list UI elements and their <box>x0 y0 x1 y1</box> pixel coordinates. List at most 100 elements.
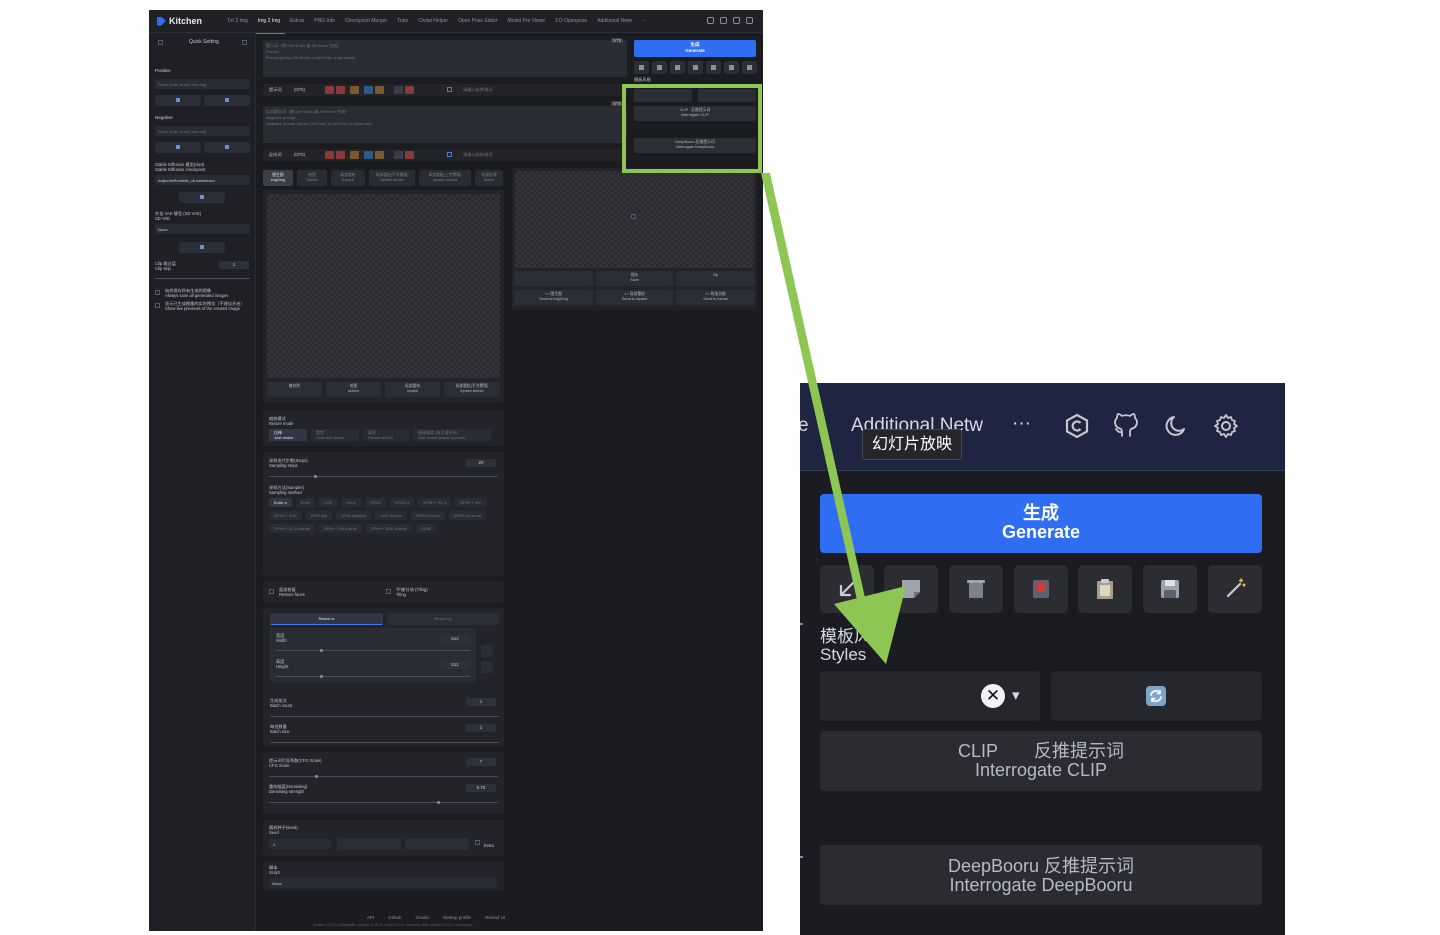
zip-output-button[interactable]: Zip <box>676 271 755 286</box>
swap-dimensions-button[interactable] <box>481 645 493 657</box>
negative-tag-input[interactable]: Press enter to add new tag <box>155 126 250 136</box>
copy-to-sketch[interactable]: 绘图 sketch <box>326 382 381 397</box>
tab-3d-openpose[interactable]: 3 D Openpose <box>550 10 592 33</box>
sampler-option[interactable]: DPM++ 2S a <box>418 498 452 507</box>
cfg-slider[interactable] <box>269 776 498 777</box>
tab-batch[interactable]: 批量处理 Batch <box>475 170 503 186</box>
denoise-value[interactable]: 0.75 <box>466 784 496 792</box>
send-to-extras-button[interactable]: >> 附加功能 Send to extras <box>676 290 755 305</box>
extra-checkbox[interactable] <box>475 840 480 845</box>
sampler-option[interactable]: DPM++ SDE Karras <box>365 524 412 533</box>
tab-inpaint-sketch[interactable]: 局部重绘(手涂蒙版) Inpaint sketch <box>369 170 415 186</box>
tab-resize-by[interactable]: Resize by <box>387 613 499 625</box>
sampler-option[interactable]: Euler a <box>269 498 292 507</box>
generate-button[interactable]: 生成 Generate <box>820 494 1262 553</box>
clear-styles-button[interactable]: ✕ <box>981 684 1005 708</box>
pin-icon[interactable] <box>242 40 247 45</box>
prompt-textarea[interactable]: 提示词（按 Ctrl+Enter 或 Alt+Enter 生成） Prompt … <box>263 40 627 77</box>
tab-inpaint-upload[interactable]: 局部重绘(上传蒙版) Inpaint upload <box>419 170 471 186</box>
reuse-seed-button[interactable] <box>405 838 469 850</box>
footer-api-link[interactable]: API <box>367 915 374 920</box>
mini-tool-wand[interactable] <box>742 61 757 74</box>
cfg-slider-thumb[interactable] <box>315 775 318 778</box>
tab-open-pose-editor[interactable]: Open Pose Editor <box>453 10 502 33</box>
moon-icon[interactable] <box>733 17 740 24</box>
moon-icon[interactable] <box>1163 413 1189 439</box>
height-slider[interactable] <box>276 676 470 677</box>
negative-prompt-textarea[interactable]: 反向提示词（按 Ctrl+Enter 或 Alt+Enter 生成） Negat… <box>263 106 627 143</box>
prompt-tag-input[interactable]: 请输入新关键词 <box>463 87 492 92</box>
show-extra-networks-button[interactable] <box>1014 565 1068 613</box>
prompt-tool-1[interactable] <box>325 86 334 94</box>
negative-action-button-2[interactable] <box>204 142 250 153</box>
checkpoint-select[interactable]: majicmixRealistic_v6.safetensor <box>155 175 250 185</box>
always-save-checkbox[interactable] <box>155 290 160 295</box>
resize-latent[interactable]: 直接缩放 (放大潜空间) Just resize (latent upscale) <box>413 429 491 441</box>
civitai-icon[interactable] <box>707 17 714 24</box>
mini-tool-record[interactable] <box>688 61 703 74</box>
tab-png-info[interactable]: PNG Info <box>309 10 340 33</box>
live-preview-checkbox[interactable] <box>155 303 160 308</box>
interrogate-clip-button[interactable]: CLIP 反推提示词 Interrogate CLIP <box>820 731 1262 791</box>
batch-size-value[interactable]: 1 <box>466 724 496 732</box>
sampler-option[interactable]: DPM++ SDE <box>269 511 302 520</box>
save-output-button[interactable]: 保存 Save <box>596 271 673 286</box>
denoise-slider-thumb[interactable] <box>437 801 440 804</box>
clear-prompt-button[interactable] <box>949 565 1003 613</box>
checkpoint-refresh-button[interactable] <box>179 192 225 203</box>
sampler-option[interactable]: DDIM <box>415 524 436 533</box>
refresh-styles-button[interactable] <box>1051 671 1262 721</box>
gear-icon[interactable] <box>1213 413 1239 439</box>
tab-train[interactable]: Train <box>392 10 413 33</box>
mini-tool-trash[interactable] <box>670 61 685 74</box>
sampler-option[interactable]: DPM++ 2M <box>455 498 486 507</box>
tab-txt2img[interactable]: Txt 2 Img <box>222 10 253 33</box>
prompt-tool-5[interactable] <box>375 86 384 94</box>
resize-crop[interactable]: 裁剪 Crop and resize <box>311 429 359 441</box>
prompt-tool-4[interactable] <box>364 86 373 94</box>
mini-tool-save[interactable] <box>724 61 739 74</box>
sampler-option[interactable]: DPM adaptive <box>336 511 372 520</box>
paste-clipboard-button[interactable] <box>1078 565 1132 613</box>
interrogate-deepbooru-button[interactable]: DeepBooru 反推提示词 Interrogate DeepBooru <box>820 845 1262 905</box>
height-value[interactable]: 512 <box>440 661 470 669</box>
tab-additional-networks[interactable]: Additional Netw <box>592 10 637 33</box>
copy-to-inpaint-sketch[interactable]: 局部重绘(手涂蒙版) inpaint sketch <box>444 382 500 397</box>
send-to-img2img-button[interactable]: >> 图生图 Send to img2img <box>514 290 593 305</box>
tab-extras[interactable]: Extras <box>285 10 309 33</box>
tab-more[interactable]: ··· <box>637 10 652 33</box>
clip-skip-value[interactable]: 1 <box>219 261 249 269</box>
batch-size-slider[interactable] <box>270 742 499 743</box>
script-select[interactable]: None <box>269 878 497 888</box>
tiling-checkbox[interactable] <box>386 589 391 594</box>
negative-tool-6[interactable] <box>394 151 403 159</box>
footer-reload-link[interactable]: Reload UI <box>485 915 505 920</box>
open-folder-button[interactable] <box>514 271 593 286</box>
sampler-option[interactable]: DPM++ 2S a Karras <box>269 524 315 533</box>
negative-tag-input[interactable]: 请输入新关键词 <box>463 152 492 157</box>
tab-model-pre-views[interactable]: Model Pre Views <box>503 10 550 33</box>
sampler-option[interactable]: DPM2 Karras <box>410 511 445 520</box>
width-slider[interactable] <box>276 650 470 651</box>
copy-to-inpaint[interactable]: 局部重绘 inpaint <box>385 382 440 397</box>
batch-count-slider[interactable] <box>270 716 499 717</box>
zoom-more-tabs[interactable]: ··· <box>1012 413 1031 435</box>
negative-tool-7[interactable] <box>405 151 414 159</box>
sampler-option[interactable]: LMS Karras <box>375 511 407 520</box>
send-to-inpaint-button[interactable]: >> 局部重绘 Send to inpaint <box>596 290 673 305</box>
clip-skip-slider[interactable] <box>155 278 250 279</box>
github-icon[interactable] <box>720 17 727 24</box>
negative-tool-5[interactable] <box>375 151 384 159</box>
image-drop-area[interactable] <box>267 194 500 378</box>
denoise-slider[interactable] <box>269 802 498 803</box>
mini-tool-clipboard[interactable] <box>706 61 721 74</box>
tab-sketch[interactable]: 绘图 Sketch <box>297 170 327 186</box>
footer-startup-link[interactable]: Startup profile <box>443 915 471 920</box>
github-icon[interactable] <box>1113 413 1139 439</box>
negative-tag-checkbox[interactable] <box>447 152 452 157</box>
sampler-option[interactable]: Euler <box>295 498 316 507</box>
sampler-option[interactable]: LMS <box>319 498 338 507</box>
vae-select[interactable]: None <box>155 224 250 234</box>
prompt-tool-7[interactable] <box>405 86 414 94</box>
sampler-option[interactable]: DPM++ 2M Karras <box>318 524 362 533</box>
